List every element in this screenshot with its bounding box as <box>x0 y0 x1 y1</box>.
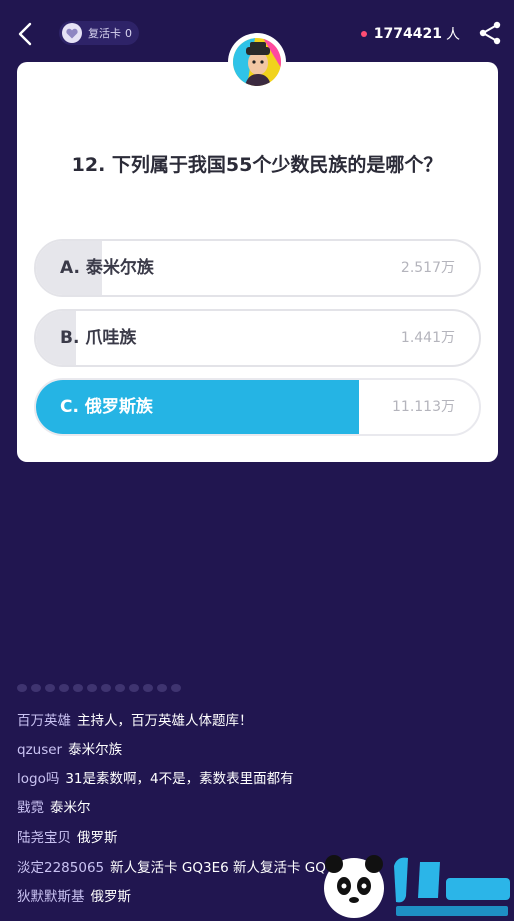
site-watermark-logo <box>322 848 514 921</box>
comment-item: 百万英雄 主持人，百万英雄人体题库！ <box>17 709 253 729</box>
option-a-label: A. 泰米尔族 <box>60 258 154 278</box>
comment-item: 戥霓 泰米尔 <box>17 796 91 816</box>
comment-text: 俄罗斯 <box>77 830 118 846</box>
comment-text: 主持人，百万英雄人体题库！ <box>77 713 253 729</box>
revive-count: 0 <box>125 26 132 40</box>
comment-user: 陆尧宝贝 <box>17 830 71 846</box>
heart-icon <box>62 23 82 43</box>
question-text: 12. 下列属于我国55个少数民族的是哪个？ <box>71 154 443 176</box>
revive-card-badge[interactable]: 复活卡 0 <box>59 21 139 45</box>
comment-user: 淡定2285065 <box>17 860 105 876</box>
live-dot-icon <box>360 31 367 37</box>
comment-item: 陆尧宝贝 俄罗斯 <box>17 826 118 846</box>
comment-text: 泰米尔族 <box>68 742 123 758</box>
option-c[interactable]: C. 俄罗斯族 11.113万 <box>34 378 481 436</box>
option-a-votes: 2.517万 <box>400 260 455 276</box>
online-count-unit: 人 <box>446 27 460 43</box>
comment-user: 狄默默斯基 <box>17 889 85 905</box>
host-avatar <box>233 38 281 86</box>
comment-user: 百万英雄 <box>17 713 71 729</box>
comment-text: 新人复活卡 GQ3E6 新人复活卡 GQ <box>110 860 326 876</box>
option-a[interactable]: A. 泰米尔族 2.517万 <box>34 239 481 297</box>
share-icon[interactable] <box>478 20 502 46</box>
comment-item: 淡定2285065 新人复活卡 GQ3E6 新人复活卡 GQ <box>17 856 326 876</box>
revive-label: 复活卡 <box>88 27 121 40</box>
comment-user: qzuser <box>17 742 63 758</box>
faded-comment-row <box>17 684 257 696</box>
comment-text: 泰米尔 <box>50 800 91 816</box>
option-b-label: B. 爪哇族 <box>60 328 137 348</box>
option-b-votes: 1.441万 <box>400 330 455 346</box>
option-b[interactable]: B. 爪哇族 1.441万 <box>34 309 481 367</box>
online-count: 1774421 人 <box>360 24 460 44</box>
comment-item: 狄默默斯基 俄罗斯 <box>17 885 131 905</box>
online-count-value: 1774421 <box>373 26 442 42</box>
option-c-label: C. 俄罗斯族 <box>60 397 153 417</box>
option-c-votes: 11.113万 <box>392 399 455 415</box>
comment-text: 31是素数啊，4不是，素数表里面都有 <box>65 771 294 787</box>
comment-text: 俄罗斯 <box>90 889 132 905</box>
back-arrow-icon[interactable] <box>12 20 40 48</box>
host-avatar-frame <box>228 33 286 91</box>
comment-user: 戥霓 <box>17 800 44 816</box>
comment-item: logo吗 31是素数啊，4不是，素数表里面都有 <box>17 767 294 787</box>
comment-user: logo吗 <box>17 771 60 787</box>
comment-item: qzuser 泰米尔族 <box>17 738 122 758</box>
